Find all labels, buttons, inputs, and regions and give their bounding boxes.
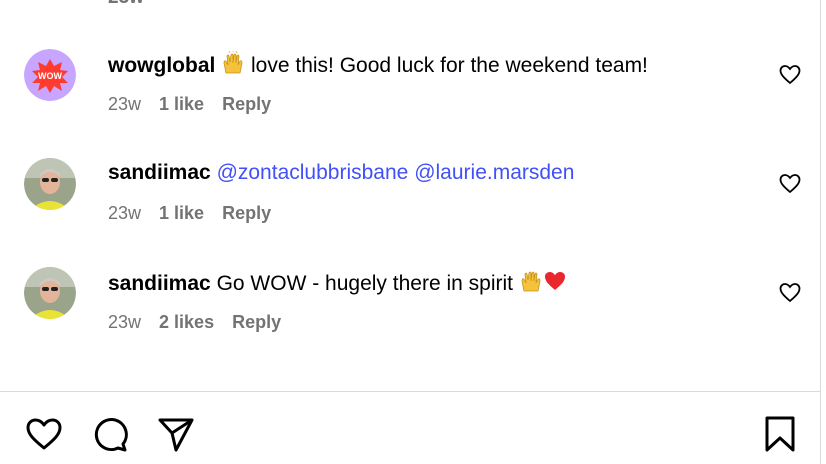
- panel-border: [820, 0, 821, 464]
- comment-text: Go WOW - hugely there in spirit: [216, 272, 513, 295]
- comment-likes[interactable]: 1 like: [159, 93, 204, 115]
- reply-button[interactable]: Reply: [232, 311, 281, 333]
- avatar[interactable]: WOW: [24, 49, 76, 101]
- comments-panel: 23w WOW wowglobal love this! Good luck f…: [0, 0, 826, 464]
- comment-meta: 23w 1 like Reply: [108, 93, 271, 115]
- bookmark-icon[interactable]: [760, 414, 800, 454]
- comment-item: sandiimac Go WOW - hugely there in spiri…: [0, 263, 815, 353]
- comment-item: sandiimac @zontaclubbrisbane @laurie.mar…: [0, 154, 815, 244]
- cut-off-timestamp: 23w: [108, 0, 144, 9]
- comment-line: sandiimac Go WOW - hugely there in spiri…: [108, 269, 567, 300]
- comment-item: WOW wowglobal love this! Good luck for t…: [0, 45, 815, 135]
- mention-link[interactable]: @zontaclubbrisbane: [217, 161, 409, 184]
- comment-username[interactable]: wowglobal: [108, 54, 215, 77]
- comment-time[interactable]: 23w: [108, 202, 141, 224]
- comment-line: wowglobal love this! Good luck for the w…: [108, 50, 648, 82]
- raised-hands-emoji: [519, 269, 543, 300]
- like-heart-icon[interactable]: [778, 63, 802, 87]
- share-icon[interactable]: [156, 414, 196, 454]
- comment-username[interactable]: sandiimac: [108, 272, 211, 295]
- heart-icon[interactable]: [24, 414, 64, 454]
- comment-text: love this! Good luck for the weekend tea…: [251, 54, 648, 77]
- red-heart-emoji: [543, 269, 567, 300]
- wow-logo-avatar: WOW: [24, 49, 76, 101]
- divider: [0, 391, 820, 392]
- comment-likes[interactable]: 2 likes: [159, 311, 214, 333]
- mention-link[interactable]: @laurie.marsden: [414, 161, 574, 184]
- user-photo-avatar: [24, 158, 76, 210]
- avatar-logo-text: WOW: [38, 71, 62, 81]
- user-photo-avatar: [24, 267, 76, 319]
- comment-meta: 23w 2 likes Reply: [108, 311, 281, 333]
- comment-line: sandiimac @zontaclubbrisbane @laurie.mar…: [108, 160, 574, 186]
- avatar[interactable]: [24, 158, 76, 210]
- comment-time[interactable]: 23w: [108, 311, 141, 333]
- comment-username[interactable]: sandiimac: [108, 161, 211, 184]
- like-heart-icon[interactable]: [778, 281, 802, 305]
- comment-meta: 23w 1 like Reply: [108, 202, 271, 224]
- reply-button[interactable]: Reply: [222, 202, 271, 224]
- comment-time[interactable]: 23w: [108, 93, 141, 115]
- like-heart-icon[interactable]: [778, 172, 802, 196]
- raised-hands-emoji: [221, 50, 245, 82]
- reply-button[interactable]: Reply: [222, 93, 271, 115]
- comment-icon[interactable]: [90, 414, 130, 454]
- comment-likes[interactable]: 1 like: [159, 202, 204, 224]
- avatar[interactable]: [24, 267, 76, 319]
